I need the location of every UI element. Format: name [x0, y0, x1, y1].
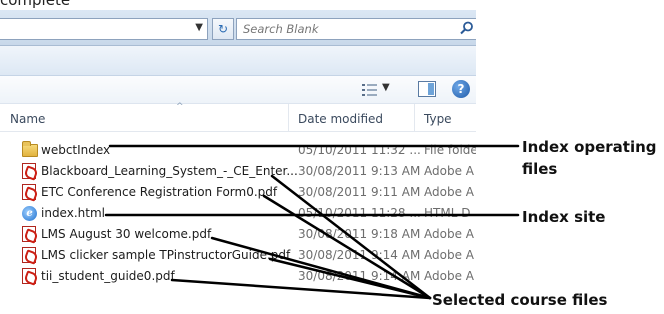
file-list: webctIndex 05/10/2011 11:32 ... File fol…	[0, 140, 476, 287]
refresh-icon[interactable]: ↻	[212, 18, 234, 40]
file-name: index.html	[41, 206, 105, 220]
file-row-etc-conference[interactable]: ETC Conference Registration Form0.pdf 30…	[0, 182, 476, 203]
file-type: Adobe A	[424, 227, 474, 241]
file-row-lms-welcome[interactable]: LMS August 30 welcome.pdf 30/08/2011 9:1…	[0, 224, 476, 245]
pdf-icon	[22, 268, 36, 284]
command-toolbar: ▼ ?	[0, 76, 476, 104]
menu-strip	[0, 46, 476, 76]
file-date: 05/10/2011 11:32 ...	[298, 143, 421, 157]
file-type: Adobe A	[424, 185, 474, 199]
callout-operating-line2: files	[522, 160, 558, 178]
html-file-icon: e	[22, 206, 37, 221]
file-date: 30/08/2011 9:18 AM	[298, 227, 421, 241]
search-placeholder: Search Blank	[243, 22, 319, 36]
file-name: webctIndex	[41, 143, 111, 157]
callout-selected-course-files: Selected course files	[432, 291, 608, 309]
folder-icon	[22, 141, 38, 157]
help-icon[interactable]: ?	[452, 80, 470, 98]
pdf-icon	[22, 184, 36, 200]
search-input[interactable]: Search Blank	[236, 18, 476, 40]
file-date: 30/08/2011 9:14 AM	[298, 269, 421, 283]
explorer-window: ▼ ↻ Search Blank ▼ ? Name ^ Date modifie…	[0, 10, 476, 310]
file-date: 30/08/2011 9:11 AM	[298, 185, 421, 199]
callout-index-site: Index site	[522, 208, 606, 226]
column-header-type[interactable]: Type	[424, 112, 452, 126]
address-bar: ▼ ↻ Search Blank	[0, 10, 476, 46]
file-type: File folde	[424, 143, 476, 157]
file-type: Adobe A	[424, 164, 474, 178]
file-row-tii-guide[interactable]: tii_student_guide0.pdf 30/08/2011 9:14 A…	[0, 266, 476, 287]
file-name: LMS August 30 welcome.pdf	[41, 227, 212, 241]
address-field[interactable]: ▼	[0, 18, 208, 40]
file-name: LMS clicker sample TPinstructorGuide.pdf	[41, 248, 291, 262]
column-separator[interactable]	[414, 104, 415, 132]
file-name: Blackboard_Learning_System_-_CE_Enter...	[41, 164, 298, 178]
callout-index-operating-files: Index operating files	[522, 136, 657, 180]
file-name: ETC Conference Registration Form0.pdf	[41, 185, 278, 199]
sort-ascending-icon: ^	[176, 102, 184, 112]
pdf-icon	[22, 163, 36, 179]
file-type: HTML D	[424, 206, 471, 220]
column-separator[interactable]	[288, 104, 289, 132]
view-options-icon[interactable]	[362, 83, 378, 97]
file-date: 30/08/2011 9:14 AM	[298, 248, 421, 262]
column-header-name[interactable]: Name	[10, 112, 45, 126]
view-dropdown-icon[interactable]: ▼	[382, 82, 390, 93]
search-icon[interactable]	[460, 21, 474, 35]
file-date: 30/08/2011 9:13 AM	[298, 164, 421, 178]
preview-pane-icon[interactable]	[418, 81, 436, 97]
callout-operating-line1: Index operating	[522, 138, 657, 156]
file-row-lms-clicker[interactable]: LMS clicker sample TPinstructorGuide.pdf…	[0, 245, 476, 266]
file-name: tii_student_guide0.pdf	[41, 269, 175, 283]
file-type: Adobe A	[424, 248, 474, 262]
column-header-date-modified[interactable]: Date modified	[298, 112, 383, 126]
file-type: Adobe A	[424, 269, 474, 283]
file-row-blackboard[interactable]: Blackboard_Learning_System_-_CE_Enter...…	[0, 161, 476, 182]
pdf-icon	[22, 226, 36, 242]
chevron-down-icon[interactable]: ▼	[195, 22, 203, 33]
column-headers: Name ^ Date modified Type	[0, 102, 476, 132]
cropped-heading-text: complete	[0, 0, 71, 9]
file-row-index-html[interactable]: e index.html 05/10/2011 11:28 ... HTML D	[0, 203, 476, 224]
pdf-icon	[22, 247, 36, 263]
file-date: 05/10/2011 11:28 ...	[298, 206, 421, 220]
file-row-webctindex[interactable]: webctIndex 05/10/2011 11:32 ... File fol…	[0, 140, 476, 161]
